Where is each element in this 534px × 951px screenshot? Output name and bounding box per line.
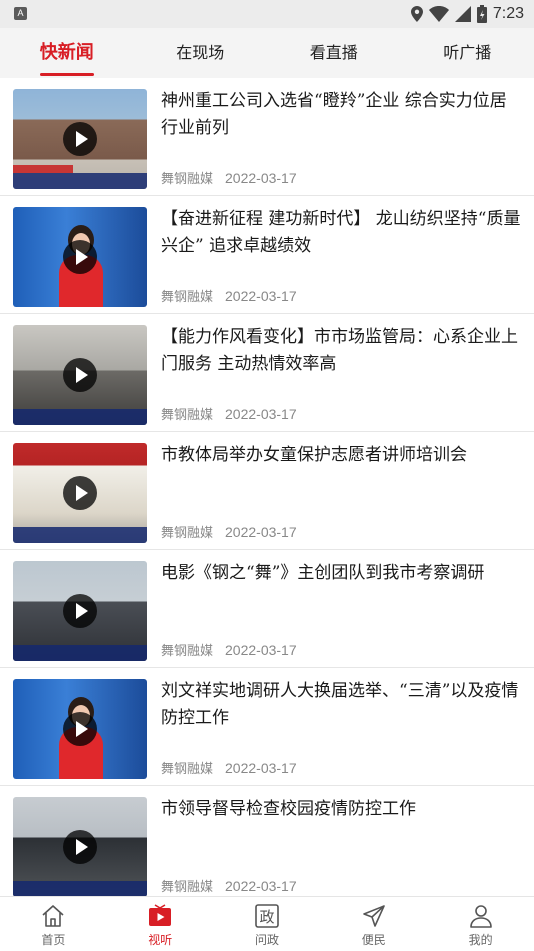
news-title[interactable]: 市领导督导检查校园疫情防控工作 (161, 796, 523, 823)
nav-service[interactable]: 便民 (320, 897, 427, 951)
news-date: 2022-03-17 (225, 524, 297, 540)
play-icon[interactable] (63, 594, 97, 628)
news-meta: 舞钢融媒 2022-03-17 (161, 876, 297, 895)
news-meta: 舞钢融媒 2022-03-17 (161, 640, 297, 659)
news-date: 2022-03-17 (225, 406, 297, 422)
status-bar: A 7:23 (0, 0, 534, 28)
video-thumbnail[interactable] (13, 207, 147, 307)
news-item[interactable]: 电影《钢之“舞”》主创团队到我市考察调研 舞钢融媒 2022-03-17 (0, 550, 534, 668)
news-source: 舞钢融媒 (161, 762, 213, 777)
nav-label: 我的 (469, 931, 493, 948)
news-date: 2022-03-17 (225, 878, 297, 894)
news-source: 舞钢融媒 (161, 526, 213, 541)
tab-kan-zhibo[interactable]: 看直播 (267, 28, 401, 78)
nav-label: 问政 (255, 931, 279, 948)
news-date: 2022-03-17 (225, 170, 297, 186)
wifi-icon (429, 6, 449, 22)
news-item[interactable]: 【能力作风看变化】市市场监管局：心系企业上门服务 主动热情效率高 舞钢融媒 202… (0, 314, 534, 432)
send-icon (361, 903, 387, 929)
video-thumbnail[interactable] (13, 325, 147, 425)
tab-ting-guangbo[interactable]: 听广播 (401, 28, 534, 78)
news-title[interactable]: 神州重工公司入选省“瞪羚”企业 综合实力位居行业前列 (161, 88, 523, 142)
nav-video[interactable]: 视听 (107, 897, 214, 951)
news-item[interactable]: 刘文祥实地调研人大换届选举、“三清”以及疫情防控工作 舞钢融媒 2022-03-1… (0, 668, 534, 786)
video-thumbnail[interactable] (13, 797, 147, 897)
play-icon[interactable] (63, 476, 97, 510)
news-meta: 舞钢融媒 2022-03-17 (161, 168, 297, 187)
video-thumbnail[interactable] (13, 443, 147, 543)
news-date: 2022-03-17 (225, 288, 297, 304)
nav-label: 首页 (41, 931, 65, 948)
news-meta: 舞钢融媒 2022-03-17 (161, 522, 297, 541)
nav-label: 视听 (148, 931, 172, 948)
news-source: 舞钢融媒 (161, 408, 213, 423)
news-date: 2022-03-17 (225, 760, 297, 776)
home-icon (40, 903, 66, 929)
clock: 7:23 (493, 5, 524, 23)
news-list: 神州重工公司入选省“瞪羚”企业 综合实力位居行业前列 舞钢融媒 2022-03-1… (0, 78, 534, 904)
play-icon[interactable] (63, 240, 97, 274)
news-meta: 舞钢融媒 2022-03-17 (161, 758, 297, 777)
play-icon[interactable] (63, 122, 97, 156)
news-item[interactable]: 市领导督导检查校园疫情防控工作 舞钢融媒 2022-03-17 (0, 786, 534, 904)
video-thumbnail[interactable] (13, 561, 147, 661)
video-thumbnail[interactable] (13, 679, 147, 779)
news-title[interactable]: 刘文祥实地调研人大换届选举、“三清”以及疫情防控工作 (161, 678, 523, 732)
svg-text:政: 政 (259, 908, 274, 926)
video-thumbnail[interactable] (13, 89, 147, 189)
tab-kuai-xinwen[interactable]: 快新闻 (0, 28, 134, 78)
news-source: 舞钢融媒 (161, 644, 213, 659)
tab-zai-xianchang[interactable]: 在现场 (134, 28, 268, 78)
news-title[interactable]: 【奋进新征程 建功新时代】 龙山纺织坚持“质量兴企” 追求卓越绩效 (161, 206, 523, 260)
news-item[interactable]: 神州重工公司入选省“瞪羚”企业 综合实力位居行业前列 舞钢融媒 2022-03-1… (0, 78, 534, 196)
video-icon (147, 903, 173, 929)
news-title[interactable]: 【能力作风看变化】市市场监管局：心系企业上门服务 主动热情效率高 (161, 324, 523, 378)
nav-home[interactable]: 首页 (0, 897, 107, 951)
location-icon (411, 6, 423, 22)
user-icon (468, 903, 494, 929)
news-title[interactable]: 市教体局举办女童保护志愿者讲师培训会 (161, 442, 523, 469)
nav-profile[interactable]: 我的 (427, 897, 534, 951)
nav-politics[interactable]: 政 问政 (214, 897, 321, 951)
news-meta: 舞钢融媒 2022-03-17 (161, 286, 297, 305)
news-item[interactable]: 【奋进新征程 建功新时代】 龙山纺织坚持“质量兴企” 追求卓越绩效 舞钢融媒 20… (0, 196, 534, 314)
news-meta: 舞钢融媒 2022-03-17 (161, 404, 297, 423)
news-source: 舞钢融媒 (161, 290, 213, 305)
news-source: 舞钢融媒 (161, 880, 213, 895)
play-icon[interactable] (63, 712, 97, 746)
politics-icon: 政 (254, 903, 280, 929)
news-source: 舞钢融媒 (161, 172, 213, 187)
play-icon[interactable] (63, 830, 97, 864)
news-date: 2022-03-17 (225, 642, 297, 658)
battery-icon (477, 5, 487, 23)
notification-icon: A (14, 7, 27, 20)
nav-label: 便民 (362, 931, 386, 948)
play-icon[interactable] (63, 358, 97, 392)
bottom-navigation: 首页 视听 政 问政 便民 我的 (0, 896, 534, 951)
signal-icon (455, 6, 471, 22)
news-title[interactable]: 电影《钢之“舞”》主创团队到我市考察调研 (161, 560, 523, 587)
news-item[interactable]: 市教体局举办女童保护志愿者讲师培训会 舞钢融媒 2022-03-17 (0, 432, 534, 550)
channel-tabs: 快新闻 在现场 看直播 听广播 (0, 28, 534, 78)
